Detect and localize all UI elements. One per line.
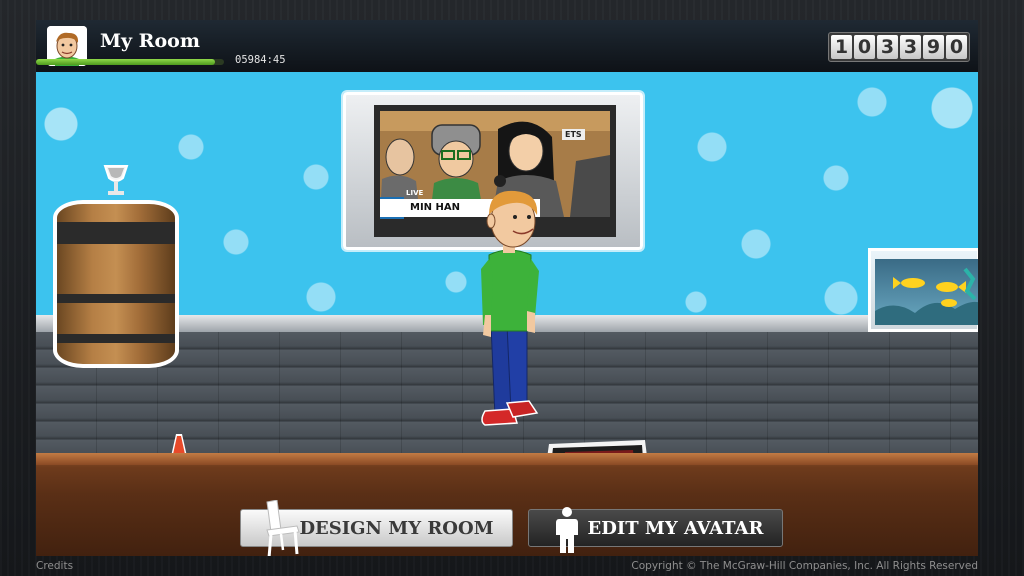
goblet-icon[interactable] (103, 164, 129, 196)
header-bar: My Room 05984:45 1 0 3 3 9 0 (36, 20, 978, 72)
design-my-room-button[interactable]: DESIGN MY ROOM (240, 500, 513, 556)
game-frame: My Room 05984:45 1 0 3 3 9 0 ETS LIVE MI… (36, 20, 978, 556)
wooden-barrel (53, 200, 179, 368)
aquarium-water (875, 259, 978, 325)
progress-bar (36, 59, 224, 65)
copyright-notice: Copyright © The McGraw-Hill Companies, I… (631, 560, 978, 572)
edit-my-avatar-button[interactable]: EDIT MY AVATAR (528, 507, 783, 553)
score-digit: 9 (923, 35, 944, 59)
barrel-band (57, 294, 175, 303)
timer-readout: 05984:45 (235, 54, 286, 66)
tv-live-label: LIVE (406, 189, 424, 197)
page-title: My Room (100, 30, 200, 52)
score-digit: 0 (854, 35, 875, 59)
score-counter: 1 0 3 3 9 0 (828, 32, 970, 62)
tv-corner-text: ETS (562, 129, 585, 140)
credits-link[interactable]: Credits (36, 560, 73, 572)
barrel-item[interactable] (53, 164, 179, 386)
progress-bar-fill (36, 59, 215, 65)
bottom-toolbar: DESIGN MY ROOM EDIT MY AVATAR (36, 453, 978, 556)
score-digit: 1 (831, 35, 852, 59)
room-scene: ETS LIVE 4 MIN HAN (36, 72, 978, 473)
barrel-top-band (57, 222, 175, 244)
score-digit: 3 (900, 35, 921, 59)
aquarium-item[interactable] (868, 248, 978, 332)
chair-icon (266, 500, 300, 556)
fish-icon (875, 267, 978, 325)
player-avatar[interactable] (477, 185, 551, 431)
shelf-edge (36, 453, 978, 465)
score-digit: 0 (946, 35, 967, 59)
barrel-band (57, 334, 175, 343)
score-digit: 3 (877, 35, 898, 59)
person-icon (556, 507, 578, 553)
